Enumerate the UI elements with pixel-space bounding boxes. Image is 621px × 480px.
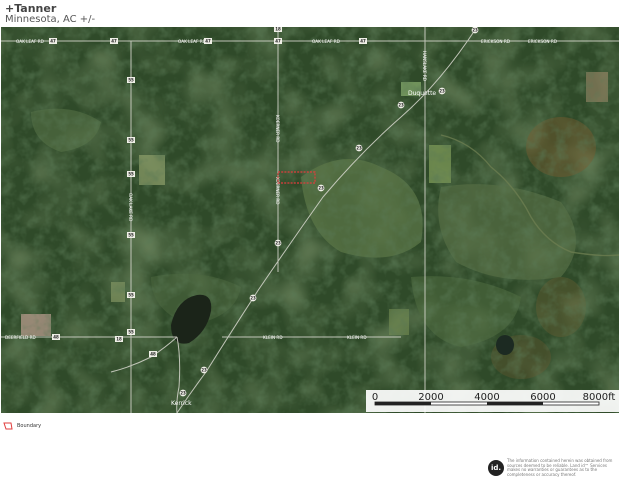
shield-47: 47 (204, 38, 212, 44)
shield-23: 23 (438, 87, 446, 95)
scale-label-6000: 6000 (530, 392, 556, 403)
svg-text:23: 23 (398, 103, 404, 108)
svg-text:55: 55 (128, 78, 134, 83)
scale-bar: 0 2000 4000 6000 8000ft (366, 390, 619, 412)
road-label-klein-rd-west: KLEIN RD (263, 335, 283, 340)
shield-23: 23 (274, 239, 282, 247)
brand-logo: id. (488, 460, 504, 476)
svg-text:47: 47 (50, 39, 56, 44)
scale-label-2000: 2000 (418, 392, 444, 403)
svg-text:48: 48 (53, 335, 59, 340)
shield-55: 55 (127, 232, 135, 238)
aerial-map[interactable]: OAK LEAF RD OAK LEAF RD OAK LEAF RD ERIC… (1, 27, 619, 413)
svg-text:47: 47 (360, 39, 366, 44)
shield-23: 23 (471, 27, 479, 34)
legend-label-boundary: Boundary (17, 423, 42, 429)
town-label-duquette: Duquette (408, 90, 436, 97)
town-label-kerrick: Kerrick (171, 400, 192, 407)
svg-text:18: 18 (116, 337, 122, 342)
shield-23: 23 (355, 144, 363, 152)
boundary-swatch-icon (3, 422, 13, 430)
scale-label-8000ft: 8000ft (582, 392, 616, 403)
shield-48: 48 (149, 351, 157, 357)
shield-23: 23 (317, 184, 325, 192)
shield-23: 23 (397, 101, 405, 109)
svg-text:23: 23 (250, 296, 256, 301)
shield-23: 23 (179, 389, 187, 397)
svg-text:55: 55 (128, 138, 134, 143)
shield-47: 47 (359, 38, 367, 44)
svg-text:23: 23 (472, 28, 478, 33)
road-label-klein-rd-east: KLEIN RD (347, 335, 367, 340)
shield-23: 23 (200, 366, 208, 374)
shield-47: 47 (49, 38, 57, 44)
map-legend: Boundary (3, 419, 41, 433)
road-label-erickson-rd-a: ERICKSON RD (481, 39, 510, 44)
shield-18: 18 (115, 336, 123, 342)
road-label-oak-leaf-rd-east: OAK LEAF RD (312, 39, 340, 44)
svg-text:55: 55 (128, 293, 134, 298)
svg-text:48: 48 (150, 352, 156, 357)
svg-text:23: 23 (439, 89, 445, 94)
map-subtitle: Minnesota, AC +/- (5, 14, 96, 25)
canopy-texture (1, 27, 619, 413)
road-label-oak-lake-rd: OAK LAKE RD (128, 193, 133, 221)
road-label-erickson-rd-b: ERICKSON RD (528, 39, 557, 44)
svg-text:18: 18 (275, 27, 281, 32)
road-label-oak-leaf-rd-west: OAK LEAF RD (16, 39, 44, 44)
svg-text:55: 55 (128, 172, 134, 177)
scale-label-0: 0 (371, 392, 379, 403)
shield-55: 55 (127, 329, 135, 335)
svg-text:47: 47 (275, 39, 281, 44)
lake-east (496, 335, 514, 355)
shield-55: 55 (127, 137, 135, 143)
shield-55: 55 (127, 77, 135, 83)
svg-text:23: 23 (180, 391, 186, 396)
shield-18: 18 (274, 27, 282, 32)
shield-55: 55 (127, 292, 135, 298)
svg-text:55: 55 (128, 330, 134, 335)
shield-48: 48 (52, 334, 60, 340)
shield-47: 47 (110, 38, 118, 44)
svg-text:23: 23 (318, 186, 324, 191)
road-label-koerner-rd-north: KOERNER RD (275, 115, 280, 143)
svg-text:23: 23 (201, 368, 207, 373)
svg-text:55: 55 (128, 233, 134, 238)
shield-47: 47 (274, 38, 282, 44)
road-label-hanslake-rd: HANSLAKE RD (422, 51, 427, 81)
road-label-oak-leaf-rd-mid: OAK LEAF RD (178, 39, 206, 44)
svg-text:47: 47 (205, 39, 211, 44)
shield-55: 55 (127, 171, 135, 177)
svg-text:23: 23 (356, 146, 362, 151)
scale-label-4000: 4000 (474, 392, 500, 403)
road-label-deerfield-rd: DEERFIELD RD (5, 335, 36, 340)
svg-text:47: 47 (111, 39, 117, 44)
disclaimer-text: The information contained herein was obt… (507, 458, 613, 477)
shield-23: 23 (249, 294, 257, 302)
svg-text:23: 23 (275, 241, 281, 246)
